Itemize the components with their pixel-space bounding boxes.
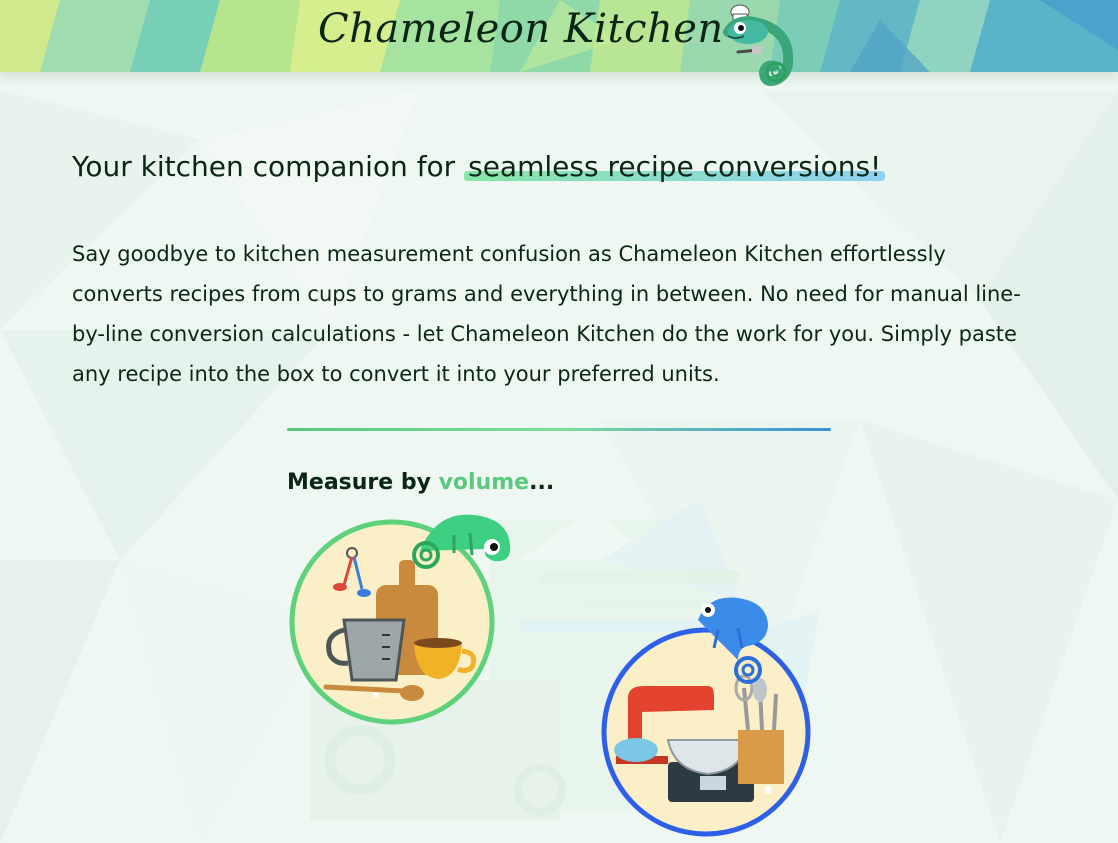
site-header: Chameleon Kitchen <box>0 0 1118 72</box>
background-pattern <box>0 0 1118 843</box>
tagline: Your kitchen companion for seamless reci… <box>72 150 885 183</box>
weight-tools-illustration <box>601 597 811 837</box>
intro-paragraph: Say goodbye to kitchen measurement confu… <box>72 242 1021 386</box>
measure-accent: volume <box>438 470 530 495</box>
site-title[interactable]: Chameleon Kitchen <box>318 6 724 52</box>
measure-heading: Measure by volume... <box>287 470 554 495</box>
volume-tools-illustration <box>289 514 511 725</box>
section-divider <box>287 428 831 431</box>
tagline-highlight: seamless recipe conversions! <box>464 150 885 183</box>
measure-suffix: ... <box>529 470 555 495</box>
tagline-prefix: Your kitchen companion for <box>72 150 465 183</box>
measure-prefix: Measure by <box>287 470 439 495</box>
chameleon-chef-icon[interactable] <box>718 2 802 94</box>
